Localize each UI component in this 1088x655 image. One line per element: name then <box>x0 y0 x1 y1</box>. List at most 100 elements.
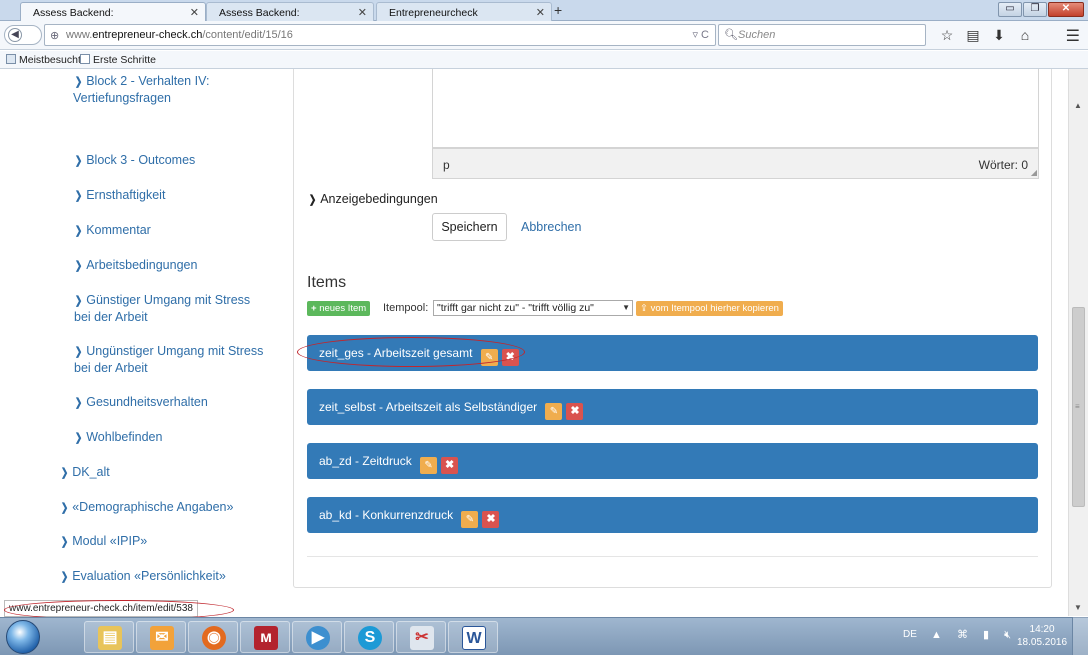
start-button[interactable] <box>6 620 40 654</box>
sidebar-item-wohlbefinden[interactable]: ❯ Wohlbefinden <box>74 429 163 446</box>
chevron-right-icon: ❯ <box>60 536 69 548</box>
scrollbar-thumb[interactable]: ≡ <box>1072 307 1085 507</box>
scissors-icon: ✂ <box>410 626 434 650</box>
sidebar-item-gesundheitsverhalten[interactable]: ❯ Gesundheitsverhalten <box>74 394 208 411</box>
item-label[interactable]: ab_zd - Zeitdruck <box>319 454 412 468</box>
grip-icon: ≡ <box>1075 402 1080 411</box>
new-item-button[interactable]: + neues Item <box>307 301 371 316</box>
language-indicator[interactable]: DE <box>903 629 917 640</box>
skype-taskbar-icon[interactable]: S <box>344 621 394 653</box>
sidebar-item-evaluation-persoenlichkeit[interactable]: ❯ Evaluation «Persönlichkeit» <box>60 568 226 585</box>
outlook-taskbar-icon[interactable]: ✉ <box>136 621 186 653</box>
url-bar[interactable]: ⊕ www.entrepreneur-check.ch/content/edit… <box>44 24 716 46</box>
mendeley-icon: ᴍ <box>254 626 278 650</box>
back-button[interactable]: ◀ <box>4 25 42 45</box>
show-desktop-button[interactable] <box>1072 617 1088 655</box>
media-taskbar-icon[interactable]: ▶ <box>292 621 342 653</box>
display-conditions-toggle[interactable]: ❯ Anzeigebedingungen <box>308 192 438 206</box>
sidebar-item-arbeitsbedingungen[interactable]: ❯ Arbeitsbedingungen <box>74 257 198 274</box>
download-icon[interactable]: ⬇ <box>986 25 1012 45</box>
delete-icon[interactable]: ✖ <box>566 403 584 420</box>
browser-tab-3[interactable]: Entrepreneurcheck ✕ <box>376 2 552 21</box>
window-controls: ▭ ❐ ✕ <box>998 2 1084 17</box>
resize-grip-icon[interactable]: ◢ <box>1031 168 1037 177</box>
snipping-tool-taskbar-icon[interactable]: ✂ <box>396 621 446 653</box>
new-tab-icon[interactable]: + <box>554 2 562 18</box>
pencil-icon[interactable]: ✎ <box>461 511 479 528</box>
editor-statusbar: p Wörter: 0 ◢ <box>432 148 1039 179</box>
clock[interactable]: 14:20 18.05.2016 <box>1017 623 1067 649</box>
sidebar-item-modul-ipip[interactable]: ❯ Modul «IPIP» <box>60 533 147 550</box>
chevron-right-icon: ❯ <box>74 432 83 444</box>
minimize-icon[interactable]: ▭ <box>998 2 1022 17</box>
search-input[interactable]: 🔍︎ Suchen <box>718 24 926 46</box>
sidebar-item-dk-alt[interactable]: ❯ DK_alt <box>60 464 110 481</box>
clock-date: 18.05.2016 <box>1017 637 1068 648</box>
globe-icon: ⊕ <box>50 30 60 42</box>
sidebar-item-demographische-angaben[interactable]: ❯ «Demographische Angaben» <box>60 499 234 516</box>
page-scrollbar[interactable]: ▲ ≡ ▼ <box>1068 69 1088 616</box>
browser-navbar: ◀ ⊕ www.entrepreneur-check.ch/content/ed… <box>0 21 1088 50</box>
editor-word-count: Wörter: 0 <box>978 158 1028 172</box>
dropdown-arrow-icon: ▼ <box>622 303 630 312</box>
bookmarks-bar: Meistbesucht Erste Schritte <box>0 51 1088 69</box>
delete-icon[interactable]: ✖ <box>482 511 500 528</box>
copy-from-itempool-button[interactable]: ⇪ vom Itempool hierher kopieren <box>636 301 783 316</box>
folder-icon <box>6 54 16 64</box>
firefox-taskbar-icon[interactable]: ◉ <box>188 621 238 653</box>
mendeley-taskbar-icon[interactable]: ᴍ <box>240 621 290 653</box>
sidebar-item-ernsthaftigkeit[interactable]: ❯ Ernsthaftigkeit <box>74 187 166 204</box>
sidebar-item-block2[interactable]: ❯ Block 2 - Verhalten IV: Vertiefungsfrag… <box>73 73 209 106</box>
chevron-right-icon: ❯ <box>60 502 69 514</box>
close-icon[interactable]: ✕ <box>190 6 199 19</box>
sidebar-item-guenstiger-umgang[interactable]: ❯ Günstiger Umgang mit Stress bei der Arb… <box>74 292 250 325</box>
back-arrow-icon: ◀ <box>8 28 22 42</box>
sidebar-item-unguenstiger-umgang[interactable]: ❯ Ungünstiger Umgang mit Stress bei der A… <box>74 343 263 376</box>
chevron-right-icon: ❯ <box>74 155 83 167</box>
maximize-icon[interactable]: ❐ <box>1023 2 1047 17</box>
window-close-icon[interactable]: ✕ <box>1048 2 1084 17</box>
text-editor-area[interactable] <box>432 69 1039 148</box>
browser-tab-1[interactable]: Assess Backend: ✕ <box>20 2 206 21</box>
reading-list-icon[interactable]: ▤ <box>960 25 986 45</box>
search-icon: 🔍︎ <box>724 29 738 41</box>
bookmark-star-icon[interactable]: ☆ <box>934 25 960 45</box>
home-icon[interactable]: ⌂ <box>1012 25 1038 45</box>
page-icon <box>80 54 90 64</box>
tab-title: Entrepreneurcheck <box>389 7 478 19</box>
explorer-taskbar-icon[interactable]: ▤ <box>84 621 134 653</box>
itempool-label: Itempool: <box>383 302 429 314</box>
close-icon[interactable]: ✕ <box>536 6 545 19</box>
hamburger-menu-icon[interactable]: ☰ <box>1066 26 1080 46</box>
item-row: zeit_selbst - Arbeitszeit als Selbständi… <box>307 389 1038 425</box>
sidebar-item-block3[interactable]: ❯ Block 3 - Outcomes <box>74 152 195 169</box>
browser-tab-2[interactable]: Assess Backend: ✕ <box>206 2 374 21</box>
mail-icon: ✉ <box>150 626 174 650</box>
chevron-right-icon: ❯ <box>74 295 83 307</box>
pencil-icon[interactable]: ✎ <box>420 457 438 474</box>
firefox-icon: ◉ <box>202 626 226 650</box>
divider <box>307 556 1038 557</box>
skype-icon: S <box>358 626 382 650</box>
item-label[interactable]: ab_kd - Konkurrenzdruck <box>319 508 453 522</box>
reload-icon[interactable]: ▿ C <box>692 28 709 41</box>
bookmark-erste-schritte[interactable]: Erste Schritte <box>80 54 156 66</box>
annotation-ellipse <box>297 337 525 367</box>
pencil-icon[interactable]: ✎ <box>545 403 563 420</box>
sidebar-item-kommentar[interactable]: ❯ Kommentar <box>74 222 151 239</box>
tray-icons[interactable]: ▲ ⌘ ▮ 🔇︎ <box>931 628 1017 642</box>
itempool-select[interactable]: "trifft gar nicht zu" - "trifft völlig z… <box>433 300 633 316</box>
chevron-right-icon: ❯ <box>74 225 83 237</box>
bookmark-meistbesucht[interactable]: Meistbesucht <box>6 54 81 66</box>
delete-icon[interactable]: ✖ <box>441 457 459 474</box>
toolbar-icons: ☆ ▤ ⬇ ⌂ <box>934 25 1038 45</box>
word-taskbar-icon[interactable]: W <box>448 621 498 653</box>
close-icon[interactable]: ✕ <box>358 6 367 19</box>
scroll-down-icon[interactable]: ▼ <box>1074 603 1082 612</box>
cancel-link[interactable]: Abbrechen <box>521 220 581 234</box>
scroll-up-icon[interactable]: ▲ <box>1074 101 1082 110</box>
item-label[interactable]: zeit_selbst - Arbeitszeit als Selbständi… <box>319 400 537 414</box>
save-button[interactable]: Speichern <box>432 213 507 241</box>
browser-tab-strip: Assess Backend: ✕ Assess Backend: ✕ Entr… <box>0 0 1088 21</box>
chevron-right-icon: ❯ <box>308 194 317 206</box>
